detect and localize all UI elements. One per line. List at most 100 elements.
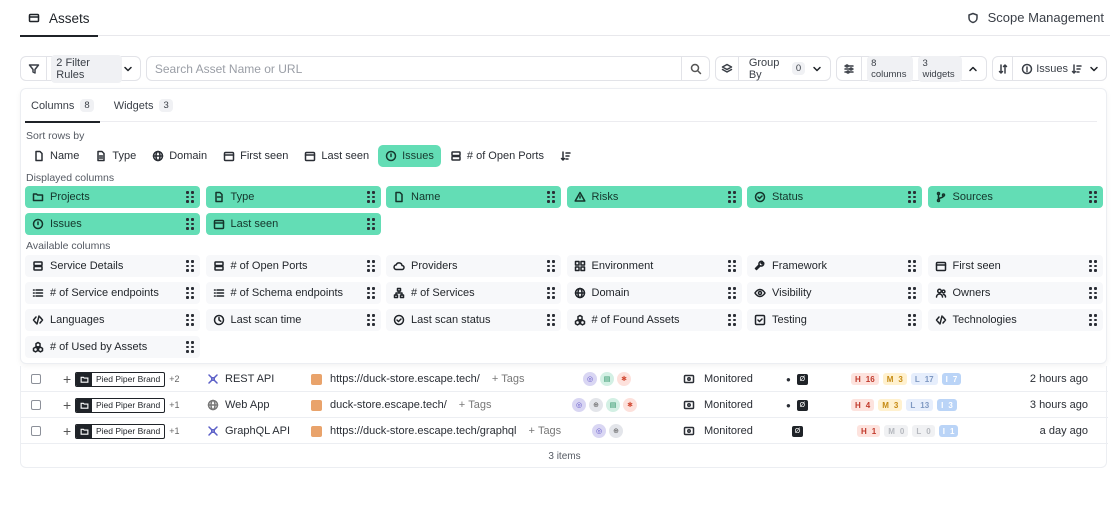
drag-handle-icon[interactable] [547,314,555,326]
sort-direction-button[interactable] [553,145,579,167]
sort-option-first-seen[interactable]: First seen [216,145,295,167]
available-column-providers[interactable]: Providers [386,255,561,277]
drag-handle-icon[interactable] [908,191,916,203]
sort-option-issues[interactable]: Issues [378,145,441,167]
available-column-testing[interactable]: Testing [747,309,922,331]
row-checkbox[interactable] [31,392,41,418]
available-column-technologies[interactable]: Technologies [927,309,1103,331]
sort-option-domain[interactable]: Domain [145,145,214,167]
asset-url[interactable]: https://duck-store.escape.tech/ [330,373,480,385]
drag-handle-icon[interactable] [366,314,375,326]
add-project-icon[interactable]: + [63,392,71,418]
project-tag[interactable]: Pied Piper Brand [75,397,166,413]
drag-handle-icon[interactable] [186,287,194,299]
displayed-column-projects[interactable]: Projects [25,186,200,208]
drag-handle-icon[interactable] [908,260,916,272]
available-column-service-endpoints[interactable]: # of Service endpoints [25,282,200,304]
drag-handle-icon[interactable] [1088,191,1097,203]
more-projects[interactable]: +2 [169,374,179,384]
drag-handle-icon[interactable] [1088,314,1097,326]
displayed-column-name[interactable]: Name [386,186,561,208]
chevron-down-icon[interactable] [1088,63,1100,75]
filter-rules-button[interactable]: 2 Filter Rules [20,54,141,83]
row-checkbox[interactable] [31,366,41,392]
project-tag[interactable]: Pied Piper Brand [75,423,166,439]
drag-handle-icon[interactable] [908,287,916,299]
available-column-framework[interactable]: Framework [747,255,922,277]
search-input[interactable] [146,57,710,80]
sort-option-last-seen[interactable]: Last seen [297,145,376,167]
displayed-column-issues[interactable]: Issues [25,213,200,235]
available-column-schema-endpoints[interactable]: # of Schema endpoints [205,282,381,304]
row-checkbox[interactable] [31,418,41,444]
sort-button[interactable]: Issues [992,56,1107,81]
available-column-last-scan-status[interactable]: Last scan status [386,309,561,331]
asset-url[interactable]: duck-store.escape.tech/ [330,399,447,411]
columns-widgets-button[interactable]: 8 columns 3 widgets [836,55,987,82]
drag-handle-icon[interactable] [727,287,736,299]
search-icon[interactable] [681,57,709,80]
drag-handle-icon[interactable] [186,191,194,203]
available-column-services[interactable]: # of Services [386,282,561,304]
drag-handle-icon[interactable] [908,314,916,326]
sort-option-open-ports[interactable]: # of Open Ports [443,145,551,167]
available-column-visibility[interactable]: Visibility [747,282,922,304]
table-row[interactable]: + Pied Piper Brand +1 GraphQL API https:… [21,418,1108,444]
drag-handle-icon[interactable] [186,260,194,272]
drag-handle-icon[interactable] [1088,260,1097,272]
available-column-used-by-assets[interactable]: # of Used by Assets [25,336,200,358]
available-column-found-assets[interactable]: # of Found Assets [566,309,742,331]
project-name: Pied Piper Brand [96,374,161,384]
available-column-domain[interactable]: Domain [566,282,742,304]
more-projects[interactable]: +1 [169,400,179,410]
available-column-service-details[interactable]: Service Details [25,255,200,277]
sort-option-name[interactable]: Name [26,145,86,167]
displayed-column-sources[interactable]: Sources [927,186,1103,208]
asset-url[interactable]: https://duck-store.escape.tech/graphql [330,425,517,437]
tab-assets[interactable]: Assets [20,0,98,37]
drag-handle-icon[interactable] [366,287,375,299]
available-column-open-ports[interactable]: # of Open Ports [205,255,381,277]
add-project-icon[interactable]: + [63,418,71,444]
sort-option-type[interactable]: Type [88,145,143,167]
drag-handle-icon[interactable] [727,314,736,326]
available-column-last-scan-time[interactable]: Last scan time [205,309,381,331]
filter-rules-chip: 2 Filter Rules [51,54,122,83]
chevron-up-icon[interactable] [967,63,979,75]
drag-handle-icon[interactable] [727,260,736,272]
sort-desc-icon[interactable] [1071,63,1083,75]
drag-handle-icon[interactable] [366,191,375,203]
add-tags-button[interactable]: + Tags [459,399,492,411]
drag-handle-icon[interactable] [366,218,375,230]
add-tags-button[interactable]: + Tags [529,425,562,437]
chevron-down-icon[interactable] [122,63,134,75]
drag-handle-icon[interactable] [547,191,555,203]
tab-widgets[interactable]: Widgets 3 [108,89,179,122]
add-tags-button[interactable]: + Tags [492,373,525,385]
drag-handle-icon[interactable] [1088,287,1097,299]
drag-handle-icon[interactable] [547,287,555,299]
chevron-down-icon[interactable] [811,63,823,75]
table-row[interactable]: + Pied Piper Brand +1 Web App duck-store… [21,392,1108,418]
displayed-column-type[interactable]: Type [205,186,381,208]
displayed-column-risks[interactable]: Risks [566,186,742,208]
tab-columns[interactable]: Columns 8 [25,89,100,123]
add-project-icon[interactable]: + [63,366,71,392]
displayed-column-last-seen[interactable]: Last seen [205,213,381,235]
displayed-column-status[interactable]: Status [747,186,922,208]
drag-handle-icon[interactable] [186,314,194,326]
drag-handle-icon[interactable] [186,341,194,353]
available-column-languages[interactable]: Languages [25,309,200,331]
drag-handle-icon[interactable] [186,218,194,230]
available-column-first-seen[interactable]: First seen [927,255,1103,277]
more-projects[interactable]: +1 [169,426,179,436]
project-tag[interactable]: Pied Piper Brand [75,371,166,387]
scope-management-button[interactable]: Scope Management [967,10,1110,25]
group-by-button[interactable]: Group By 0 [715,56,832,81]
available-column-owners[interactable]: Owners [927,282,1103,304]
drag-handle-icon[interactable] [727,191,736,203]
drag-handle-icon[interactable] [547,260,555,272]
table-row[interactable]: + Pied Piper Brand +2 REST API https://d… [21,366,1108,392]
drag-handle-icon[interactable] [366,260,375,272]
available-column-environment[interactable]: Environment [566,255,742,277]
